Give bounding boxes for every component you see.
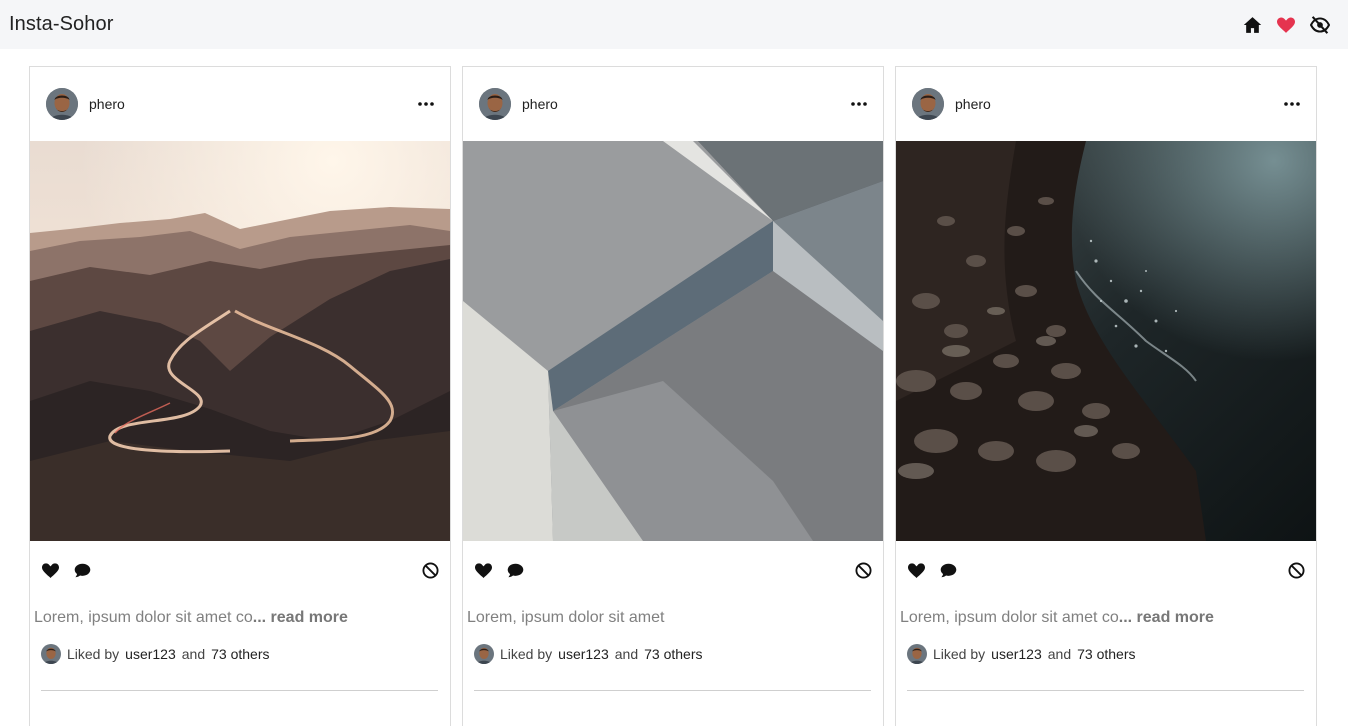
liked-by-others[interactable]: 73 others [644, 646, 702, 662]
caption-ellipsis: ... [1118, 609, 1133, 626]
comment-icon[interactable] [939, 561, 957, 579]
post-author[interactable]: phero [46, 88, 125, 120]
more-options-icon[interactable] [1283, 95, 1301, 113]
post-actions-left [41, 561, 91, 579]
liked-by-and: and [181, 646, 206, 662]
post-header: phero [896, 67, 1316, 141]
more-options-icon[interactable] [850, 95, 868, 113]
liked-by: Liked by user123 and 73 others [30, 644, 450, 664]
liked-by-prefix: Liked by [67, 646, 120, 662]
post-actions-left [907, 561, 957, 579]
post-actions [463, 541, 883, 599]
post-feed: phero Lorem, ipsum dolor sit amet co... … [29, 66, 1317, 726]
divider [907, 690, 1304, 691]
divider [41, 690, 438, 691]
liker-avatar[interactable] [474, 644, 494, 664]
caption-text: Lorem, ipsum dolor sit amet co [900, 609, 1119, 626]
like-heart-icon[interactable] [41, 561, 59, 579]
avatar[interactable] [46, 88, 78, 120]
post-image-mountain-road[interactable] [30, 141, 450, 541]
post-header: phero [30, 67, 450, 141]
post-image-pebble-shore[interactable] [896, 141, 1316, 541]
caption-ellipsis: ... [252, 609, 267, 626]
post-card: phero [895, 66, 1317, 726]
post-caption: Lorem, ipsum dolor sit amet co... read m… [896, 608, 1316, 628]
heart-icon[interactable] [1276, 15, 1296, 35]
avatar[interactable] [912, 88, 944, 120]
post-caption: Lorem, ipsum dolor sit amet [463, 608, 883, 628]
liked-by-user[interactable]: user123 [991, 646, 1042, 662]
read-more-link[interactable]: read more [1137, 609, 1214, 626]
post-username[interactable]: phero [89, 96, 125, 112]
liker-avatar[interactable] [41, 644, 61, 664]
divider [474, 690, 871, 691]
comment-icon[interactable] [506, 561, 524, 579]
eye-off-icon[interactable] [1310, 15, 1330, 35]
caption-text: Lorem, ipsum dolor sit amet [467, 609, 665, 626]
liked-by-others[interactable]: 73 others [211, 646, 269, 662]
post-card: phero [29, 66, 451, 726]
liked-by-user[interactable]: user123 [558, 646, 609, 662]
post-caption: Lorem, ipsum dolor sit amet co... read m… [30, 608, 450, 628]
liker-avatar[interactable] [907, 644, 927, 664]
post-image-abstract-geometry[interactable] [463, 141, 883, 541]
home-icon[interactable] [1242, 15, 1262, 35]
navbar: Insta-Sohor [0, 0, 1348, 49]
post-card: phero [462, 66, 884, 726]
post-actions [30, 541, 450, 599]
liked-by: Liked by user123 and 73 others [896, 644, 1316, 664]
liked-by-user[interactable]: user123 [125, 646, 176, 662]
nav-icons [1242, 15, 1330, 35]
block-icon[interactable] [421, 561, 439, 579]
avatar[interactable] [479, 88, 511, 120]
post-author[interactable]: phero [479, 88, 558, 120]
read-more-link[interactable]: read more [271, 609, 348, 626]
liked-by-prefix: Liked by [933, 646, 986, 662]
liked-by: Liked by user123 and 73 others [463, 644, 883, 664]
liked-by-and: and [1047, 646, 1072, 662]
caption-text: Lorem, ipsum dolor sit amet co [34, 609, 253, 626]
post-actions [896, 541, 1316, 599]
like-heart-icon[interactable] [474, 561, 492, 579]
post-header: phero [463, 67, 883, 141]
liked-by-others[interactable]: 73 others [1077, 646, 1135, 662]
post-username[interactable]: phero [522, 96, 558, 112]
block-icon[interactable] [854, 561, 872, 579]
post-author[interactable]: phero [912, 88, 991, 120]
block-icon[interactable] [1287, 561, 1305, 579]
post-username[interactable]: phero [955, 96, 991, 112]
like-heart-icon[interactable] [907, 561, 925, 579]
comment-icon[interactable] [73, 561, 91, 579]
liked-by-and: and [614, 646, 639, 662]
more-options-icon[interactable] [417, 95, 435, 113]
liked-by-prefix: Liked by [500, 646, 553, 662]
post-actions-left [474, 561, 524, 579]
brand-title[interactable]: Insta-Sohor [9, 13, 114, 36]
